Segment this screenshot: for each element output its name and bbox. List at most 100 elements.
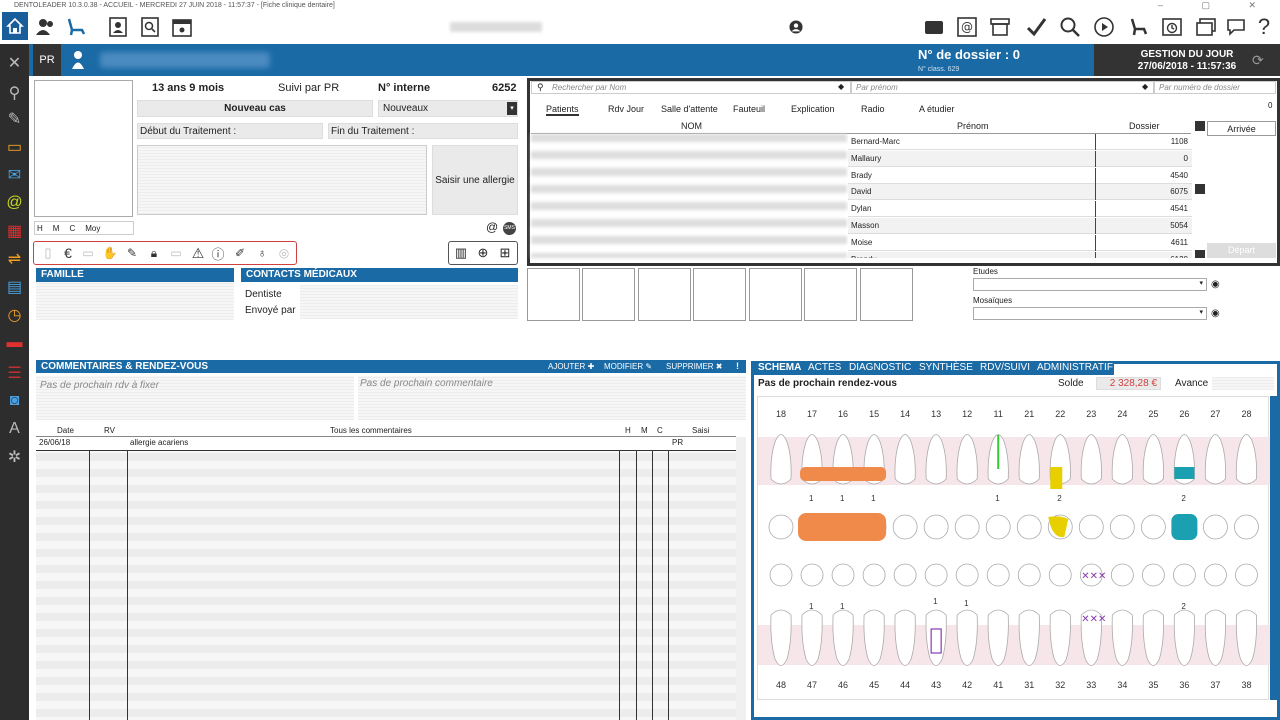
archive-button[interactable] — [986, 12, 1014, 42]
crown-26-occlusal[interactable] — [1171, 514, 1198, 540]
mark-upper[interactable]: 1 — [871, 494, 876, 503]
occlusal-lower[interactable] — [769, 563, 793, 587]
lower-tooth[interactable] — [1142, 609, 1164, 666]
tooth-number[interactable]: 15 — [864, 409, 884, 419]
tooth-number[interactable]: 31 — [1019, 680, 1039, 690]
tooth-number[interactable]: 47 — [802, 680, 822, 690]
occlusal-upper[interactable] — [1109, 514, 1135, 540]
lower-tooth[interactable] — [770, 609, 792, 666]
upper-tooth[interactable] — [770, 434, 792, 485]
ajouter-button[interactable]: AJOUTER ✚ — [548, 360, 594, 373]
scrollbar-thumb[interactable] — [1195, 184, 1205, 194]
alert-circle-icon[interactable]: ⓘ — [210, 245, 226, 262]
calendar-side-icon[interactable]: ▤ — [4, 276, 25, 297]
occlusal-lower[interactable] — [862, 563, 886, 587]
col-m[interactable]: M — [641, 426, 648, 435]
image-tile[interactable] — [582, 268, 635, 321]
tooth-number[interactable]: 45 — [864, 680, 884, 690]
tooth-number[interactable]: 37 — [1205, 680, 1225, 690]
warning-icon[interactable]: ⚠ — [190, 245, 206, 261]
occlusal-lower[interactable] — [800, 563, 824, 587]
time-button[interactable] — [1158, 12, 1186, 42]
occlusal-lower[interactable] — [986, 563, 1010, 587]
chair-tool-button[interactable] — [1124, 12, 1152, 42]
tooth-number[interactable]: 35 — [1143, 680, 1163, 690]
tooth-number[interactable]: 16 — [833, 409, 853, 419]
case-select[interactable]: Nouveaux — [378, 100, 518, 117]
mark-lower[interactable]: 1 — [840, 602, 845, 611]
image-tile[interactable] — [638, 268, 691, 321]
lower-tooth[interactable] — [987, 609, 1009, 666]
occlusal-lower[interactable] — [831, 563, 855, 587]
tooth-number[interactable]: 42 — [957, 680, 977, 690]
tab-rdv-jour[interactable]: Rdv Jour — [608, 104, 644, 114]
user-status-button[interactable] — [782, 12, 810, 42]
tooth-number[interactable]: 17 — [802, 409, 822, 419]
tooth-number[interactable]: 25 — [1143, 409, 1163, 419]
tooth-number[interactable]: 24 — [1112, 409, 1132, 419]
mark-upper[interactable]: 1 — [809, 494, 814, 503]
camera-icon[interactable]: ◙ — [4, 390, 25, 411]
edit-user-icon[interactable]: ✎ — [4, 108, 25, 129]
tab-rdv-suivi[interactable]: RDV/SUIVI — [980, 362, 1030, 373]
folder-add-icon[interactable]: ⊞ — [497, 245, 513, 261]
lower-tooth[interactable] — [1204, 609, 1226, 666]
tab-administratif[interactable]: ADMINISTRATIF — [1037, 362, 1113, 373]
upper-tooth[interactable] — [956, 434, 978, 485]
occlusal-lower[interactable] — [1204, 563, 1227, 587]
occlusal-lower[interactable] — [955, 563, 979, 587]
lower-tooth[interactable] — [1111, 609, 1133, 666]
tooth-number[interactable]: 11 — [988, 409, 1008, 419]
tooth-number[interactable]: 36 — [1174, 680, 1194, 690]
refresh-icon[interactable]: ⟳ — [1252, 52, 1264, 69]
chevron-down-icon[interactable]: ▾ — [507, 102, 517, 115]
tooth-number[interactable]: 41 — [988, 680, 1008, 690]
upper-tooth[interactable] — [1111, 434, 1133, 485]
tab-fauteuil[interactable]: Fauteuil — [733, 104, 765, 114]
hmc-moy[interactable]: Moy — [85, 222, 100, 234]
calendar-button[interactable] — [168, 12, 196, 42]
lower-tooth[interactable] — [1235, 609, 1258, 666]
tooth-number[interactable]: 38 — [1236, 680, 1256, 690]
occlusal-upper[interactable] — [892, 514, 918, 540]
occlusal-upper[interactable] — [954, 514, 980, 540]
mark-upper[interactable]: 2 — [1181, 494, 1186, 503]
tooth-number[interactable]: 18 — [771, 409, 791, 419]
table-row[interactable]: David 6075 — [848, 184, 1192, 201]
home-button[interactable] — [2, 12, 28, 40]
tab-explication[interactable]: Explication — [791, 104, 835, 114]
occlusal-lower[interactable] — [924, 563, 948, 587]
tooth-number[interactable]: 46 — [833, 680, 853, 690]
occlusal-lower[interactable] — [1141, 563, 1165, 587]
tooth-number[interactable]: 21 — [1019, 409, 1039, 419]
lock-icon[interactable]: 🔒︎ — [146, 245, 162, 261]
col-h[interactable]: H — [625, 426, 631, 435]
help-icon[interactable]: ? — [1250, 12, 1278, 42]
table-row[interactable]: Brandy 6120 — [848, 251, 1192, 258]
transfer-icon[interactable]: ⇌ — [4, 248, 25, 269]
occlusal-lower[interactable] — [1017, 563, 1041, 587]
eraser-prenom-icon[interactable]: ◆ — [1142, 82, 1148, 91]
tooth-number[interactable]: 44 — [895, 680, 915, 690]
missing-mark-lower[interactable]: ✕✕✕ — [1081, 614, 1106, 625]
mark-upper[interactable]: 1 — [840, 494, 845, 503]
validate-button[interactable] — [1022, 12, 1050, 42]
hmc-m[interactable]: M — [53, 222, 60, 234]
hand-icon[interactable]: ✋ — [102, 245, 118, 261]
mark-lower[interactable]: 2 — [1181, 602, 1186, 611]
tab-salle-attente[interactable]: Salle d'attente — [661, 104, 718, 114]
notes-area[interactable] — [137, 145, 427, 215]
case-field[interactable]: Nouveau cas — [137, 100, 373, 117]
mark-lower[interactable]: 1 — [933, 597, 938, 606]
zoom-in-icon[interactable]: ⊕ — [475, 245, 491, 261]
folder-icon[interactable]: ▭ — [4, 136, 25, 157]
lower-tooth[interactable] — [956, 609, 978, 666]
tooth-number[interactable]: 23 — [1081, 409, 1101, 419]
bridge-upper[interactable] — [800, 467, 887, 481]
report-icon[interactable]: ▬ — [4, 332, 25, 353]
mark-lower[interactable]: 1 — [809, 602, 814, 611]
occlusal-upper[interactable] — [1234, 514, 1259, 540]
mail-icon[interactable]: ✉ — [4, 164, 25, 185]
bulb-icon[interactable]: ♁ — [254, 245, 270, 261]
ai-icon[interactable]: A — [4, 418, 25, 439]
